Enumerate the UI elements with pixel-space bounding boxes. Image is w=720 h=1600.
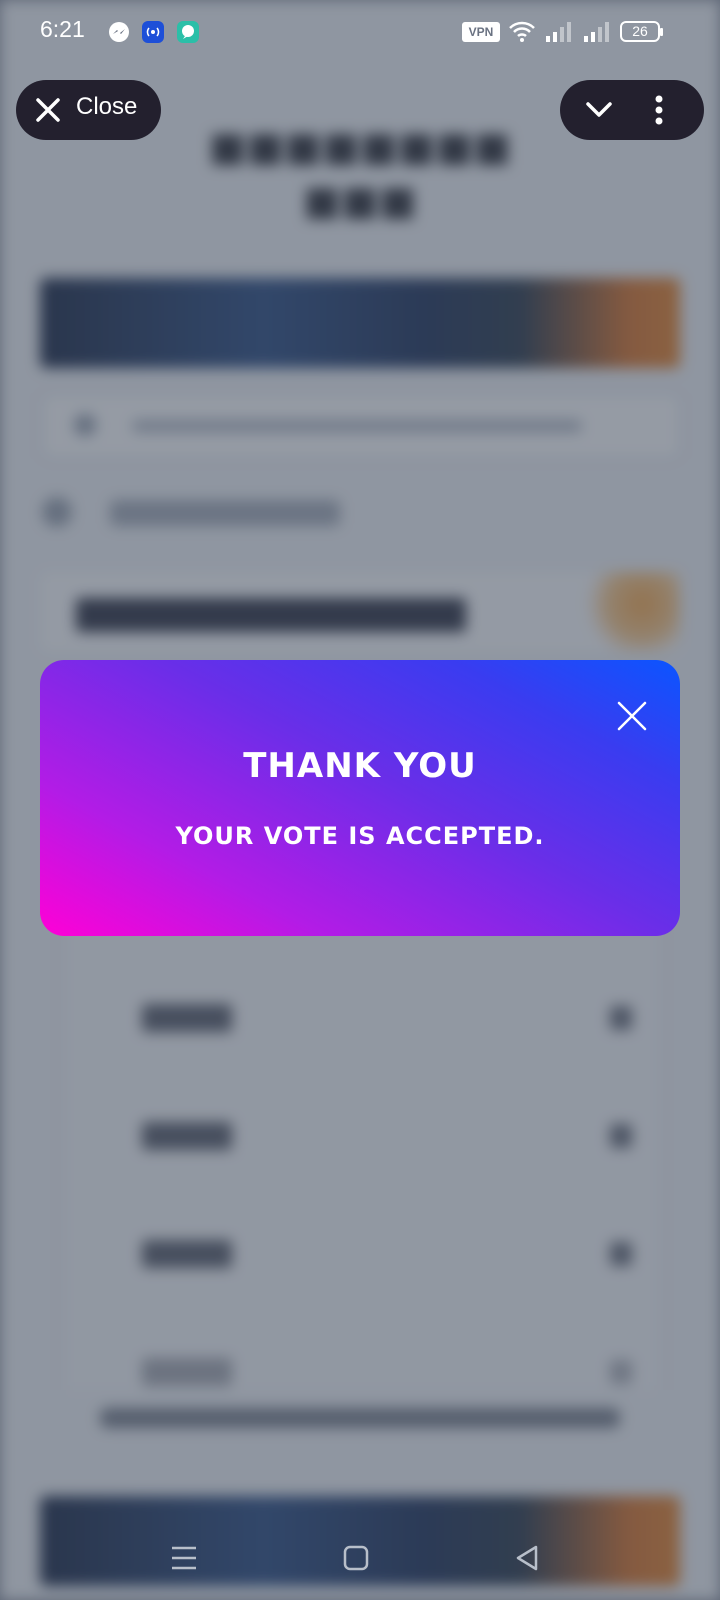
chat-icon	[177, 21, 199, 43]
home-icon[interactable]	[336, 1538, 376, 1578]
more-vert-icon[interactable]	[644, 94, 674, 126]
status-time: 6:21	[40, 16, 85, 42]
back-icon[interactable]	[508, 1538, 548, 1578]
close-icon	[34, 96, 62, 124]
status-bar: 6:21 VPN 26	[0, 0, 720, 64]
battery-icon: 26	[620, 21, 663, 42]
messenger-icon	[108, 21, 130, 43]
broadcast-icon	[142, 21, 164, 43]
dialog-message: YOUR VOTE IS ACCEPTED.	[175, 822, 545, 850]
signal-icon	[583, 21, 611, 47]
close-button[interactable]: Close	[16, 80, 161, 140]
browser-menu-controls	[560, 80, 704, 140]
chevron-down-icon[interactable]	[584, 98, 614, 122]
signal-icon	[545, 21, 573, 47]
close-label: Close	[76, 93, 138, 120]
dialog-close-icon[interactable]	[616, 700, 648, 732]
menu-icon[interactable]	[164, 1538, 204, 1578]
navigation-bar	[0, 1520, 720, 1600]
vpn-badge: VPN	[462, 22, 500, 42]
dialog-title: THANK YOU	[243, 746, 477, 786]
vote-confirmation-dialog: THANK YOU YOUR VOTE IS ACCEPTED.	[40, 660, 680, 936]
wifi-icon	[508, 20, 536, 48]
